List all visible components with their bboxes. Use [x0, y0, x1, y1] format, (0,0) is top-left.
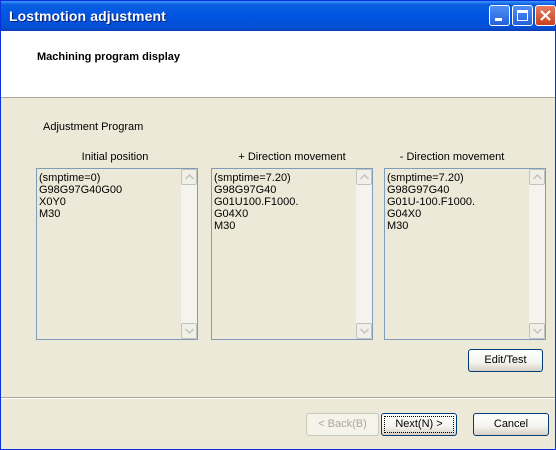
back-button[interactable]: < Back(B)	[306, 413, 379, 436]
next-button[interactable]: Next(N) >	[381, 413, 457, 436]
minus-direction-label: - Direction movement	[399, 151, 505, 163]
back-button-label: < Back(B)	[318, 418, 367, 430]
minus-direction-program-text: (smptime=7.20) G98G97G40 G01U-100.F1000.…	[387, 172, 476, 232]
cancel-button-label: Cancel	[493, 418, 529, 430]
lostmotion-adjustment-window: Lostmotion adjustment Machining program …	[0, 0, 556, 450]
title-bar[interactable]: Lostmotion adjustment	[1, 1, 556, 31]
scroll-down-arrow-icon[interactable]	[356, 323, 372, 339]
adjustment-program-label: Adjustment Program	[43, 121, 144, 133]
scroll-up-arrow-icon[interactable]	[356, 169, 372, 185]
plus-direction-label: + Direction movement	[238, 151, 346, 163]
next-button-label: Next(N) >	[395, 418, 443, 430]
plus-direction-program-textbox[interactable]: (smptime=7.20) G98G97G40 G01U100.F1000. …	[211, 168, 373, 340]
edit-test-button-label: Edit/Test	[484, 354, 527, 366]
scroll-up-arrow-icon[interactable]	[181, 169, 197, 185]
scroll-down-arrow-icon[interactable]	[529, 323, 545, 339]
scrollbar[interactable]	[529, 169, 545, 339]
plus-direction-program-text: (smptime=7.20) G98G97G40 G01U100.F1000. …	[214, 172, 299, 232]
scroll-up-arrow-icon[interactable]	[529, 169, 545, 185]
initial-position-program-textbox[interactable]: (smptime=0) G98G97G40G00 X0Y0 M30	[36, 168, 198, 340]
page-title: Machining program display	[37, 51, 181, 63]
close-icon[interactable]	[535, 5, 556, 26]
maximize-icon[interactable]	[512, 5, 533, 26]
header-panel: Machining program display	[1, 31, 555, 98]
window-title: Lostmotion adjustment	[9, 8, 166, 24]
minimize-icon[interactable]	[489, 5, 510, 26]
initial-position-program-text: (smptime=0) G98G97G40G00 X0Y0 M30	[39, 172, 123, 220]
scrollbar[interactable]	[356, 169, 372, 339]
initial-position-label: Initial position	[81, 151, 149, 163]
divider	[1, 397, 555, 399]
edit-test-button[interactable]: Edit/Test	[468, 349, 543, 372]
scroll-down-arrow-icon[interactable]	[181, 323, 197, 339]
scrollbar[interactable]	[181, 169, 197, 339]
cancel-button[interactable]: Cancel	[473, 413, 549, 436]
minus-direction-program-textbox[interactable]: (smptime=7.20) G98G97G40 G01U-100.F1000.…	[384, 168, 546, 340]
